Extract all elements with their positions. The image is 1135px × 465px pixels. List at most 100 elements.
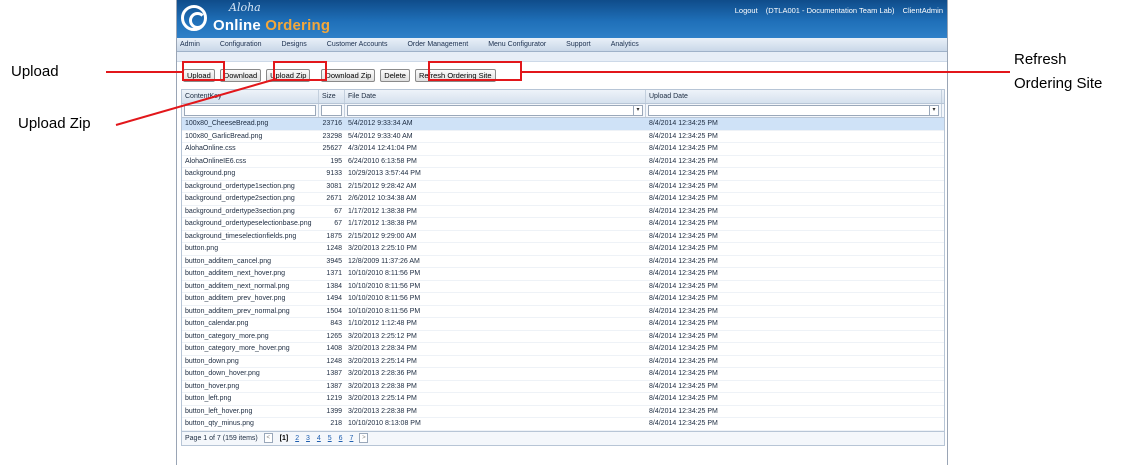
column-header-content-key[interactable]: ContentKey <box>182 90 319 103</box>
content-key-cell: AlohaOnlineIE6.css <box>185 157 247 165</box>
file-date-cell: 10/10/2010 8:13:08 PM <box>348 420 421 427</box>
file-date-cell: 1/17/2012 1:38:38 PM <box>348 220 417 227</box>
size-cell: 1494 <box>326 295 342 302</box>
table-row[interactable]: button_additem_next_normal.png 1384 10/10/… <box>182 281 944 293</box>
table-row[interactable]: button_left_hover.png 1399 3/20/2013 2:28:… <box>182 406 944 418</box>
menu-item-order-management[interactable]: Order Management <box>405 41 470 48</box>
table-row[interactable]: 100x80_GarlicBread.png 23298 5/4/2012 9:33… <box>182 131 944 143</box>
file-date-cell: 3/20/2013 2:25:12 PM <box>348 332 417 340</box>
file-date-cell: 1/17/2012 1:38:38 PM <box>348 207 417 215</box>
content-key-cell: button.png <box>185 245 219 252</box>
size-cell: 1248 <box>326 245 342 252</box>
table-row[interactable]: button_additem_next_hover.png 1371 10/10/2… <box>182 268 944 281</box>
site-info-link[interactable]: (DTLA001 - Documentation Team Lab) <box>766 6 895 15</box>
content-key-cell: button_category_more.png <box>185 332 269 340</box>
callout-upload: Upload <box>11 63 59 80</box>
menu-item-designs[interactable]: Designs <box>279 41 308 48</box>
table-row[interactable]: background_ordertype2section.png 2671 2/6/… <box>182 193 944 206</box>
upload-date-cell: 8/4/2014 12:34:25 PM <box>649 220 718 227</box>
size-cell: 218 <box>330 420 342 427</box>
table-row[interactable]: button_qty_minus.png 218 10/10/2010 8:13:0… <box>182 418 944 431</box>
download-zip-button[interactable]: Download Zip <box>321 69 376 82</box>
file-date-cell: 10/10/2010 8:11:56 PM <box>348 282 421 290</box>
toolbar: Upload Download Upload Zip Download Zip … <box>177 67 947 84</box>
table-row[interactable]: background_ordertypeselectionbase.png 67 1… <box>182 218 944 231</box>
page-link-7[interactable]: 7 <box>349 435 353 442</box>
upload-date-cell: 8/4/2014 12:34:25 PM <box>649 257 718 265</box>
upload-date-cell: 8/4/2014 12:34:25 PM <box>649 332 718 340</box>
table-row[interactable]: button_calendar.png 843 1/10/2012 1:12:48 … <box>182 318 944 331</box>
brand-title-a: Online <box>213 17 266 34</box>
size-cell: 1265 <box>326 332 342 340</box>
table-row[interactable]: background.png 9133 10/29/2013 3:57:44 PM 8… <box>182 168 944 181</box>
upload-date-cell: 8/4/2014 12:34:25 PM <box>649 295 718 302</box>
menu-item-customer-accounts[interactable]: Customer Accounts <box>325 41 390 48</box>
menu-item-menu-configurator[interactable]: Menu Configurator <box>486 41 548 48</box>
column-header-upload-date[interactable]: Upload Date <box>646 90 942 103</box>
upload-date-cell: 8/4/2014 12:34:25 PM <box>649 420 718 427</box>
content-key-cell: background_ordertype1section.png <box>185 182 295 190</box>
column-header-file-date[interactable]: File Date <box>345 90 646 103</box>
menu-item-analytics[interactable]: Analytics <box>609 41 641 48</box>
table-row[interactable]: button_additem_prev_normal.png 1504 10/10/… <box>182 306 944 318</box>
content-key-filter-input[interactable] <box>184 105 316 116</box>
page-link-6[interactable]: 6 <box>339 435 343 442</box>
next-page-icon[interactable]: > <box>359 432 369 443</box>
table-row[interactable]: button_left.png 1219 3/20/2013 2:25:14 PM 8… <box>182 393 944 406</box>
client-admin-link[interactable]: ClientAdmin <box>903 6 943 15</box>
page-link-4[interactable]: 4 <box>317 435 321 442</box>
size-cell: 1248 <box>326 357 342 365</box>
upload-date-cell: 8/4/2014 12:34:25 PM <box>649 357 718 365</box>
table-row[interactable]: button_down_hover.png 1387 3/20/2013 2:28:… <box>182 368 944 381</box>
chevron-down-icon[interactable]: ▾ <box>929 106 938 115</box>
current-page: [1] <box>279 434 289 442</box>
upload-button[interactable]: Upload <box>183 69 215 82</box>
content-key-cell: button_calendar.png <box>185 320 249 327</box>
table-row[interactable]: background_ordertype3section.png 67 1/17/2… <box>182 206 944 218</box>
content-key-cell: button_additem_next_normal.png <box>185 282 290 290</box>
page-link-2[interactable]: 2 <box>295 435 299 442</box>
upload-zip-button[interactable]: Upload Zip <box>266 69 311 82</box>
file-date-cell: 5/4/2012 9:33:40 AM <box>348 132 413 140</box>
file-date-cell: 5/4/2012 9:33:34 AM <box>348 120 413 127</box>
upload-date-filter-input[interactable]: ▾ <box>648 105 939 116</box>
file-date-filter-input[interactable]: ▾ <box>347 105 643 116</box>
refresh-ordering-site-button[interactable]: Refresh Ordering Site <box>414 69 496 82</box>
size-filter-input[interactable] <box>321 105 342 116</box>
table-row[interactable]: AlohaOnline.css 25627 4/3/2014 12:41:04 PM… <box>182 143 944 156</box>
upload-date-cell: 8/4/2014 12:34:25 PM <box>649 170 718 177</box>
menu-item-support[interactable]: Support <box>564 41 593 48</box>
page-link-5[interactable]: 5 <box>328 435 332 442</box>
table-row[interactable]: button_additem_cancel.png 3945 12/8/2009 1… <box>182 256 944 268</box>
table-row[interactable]: 100x80_CheeseBread.png 23716 5/4/2012 9:33… <box>182 118 944 131</box>
table-row[interactable]: background_timeselectionfields.png 1875 2/… <box>182 231 944 243</box>
file-date-cell: 10/10/2010 8:11:56 PM <box>348 270 421 277</box>
logout-link[interactable]: Logout <box>735 6 758 15</box>
size-cell: 2671 <box>326 195 342 202</box>
table-row[interactable]: button_hover.png 1387 3/20/2013 2:28:38 PM… <box>182 381 944 393</box>
column-header-size[interactable]: Size <box>319 90 345 103</box>
content-key-cell: background_timeselectionfields.png <box>185 232 297 240</box>
menu-item-admin[interactable]: Admin <box>178 41 202 48</box>
size-cell: 1387 <box>326 370 342 377</box>
table-row[interactable]: background_ordertype1section.png 3081 2/15… <box>182 181 944 193</box>
table-row[interactable]: button_category_more_hover.png 1408 3/20/2… <box>182 343 944 356</box>
chevron-down-icon[interactable]: ▾ <box>633 106 642 115</box>
prev-page-icon[interactable]: < <box>263 432 273 443</box>
upload-date-cell: 8/4/2014 12:34:25 PM <box>649 245 718 252</box>
file-date-cell: 4/3/2014 12:41:04 PM <box>348 145 417 152</box>
file-date-cell: 2/15/2012 9:29:00 AM <box>348 232 417 240</box>
content-key-cell: button_down.png <box>185 357 239 365</box>
file-date-cell: 3/20/2013 2:28:34 PM <box>348 345 417 352</box>
page-link-3[interactable]: 3 <box>306 435 310 442</box>
table-row[interactable]: button.png 1248 3/20/2013 2:25:10 PM 8/4/20… <box>182 243 944 256</box>
callout-upload-zip: Upload Zip <box>18 115 91 132</box>
table-row[interactable]: AlohaOnlineIE6.css 195 6/24/2010 6:13:58 P… <box>182 156 944 168</box>
menu-item-configuration[interactable]: Configuration <box>218 41 264 48</box>
table-row[interactable]: button_down.png 1248 3/20/2013 2:25:14 PM 8… <box>182 356 944 368</box>
delete-button[interactable]: Delete <box>380 69 410 82</box>
download-button[interactable]: Download <box>219 69 262 82</box>
table-row[interactable]: button_category_more.png 1265 3/20/2013 2:… <box>182 331 944 343</box>
sub-menu-strip <box>177 52 947 62</box>
table-row[interactable]: button_additem_prev_hover.png 1494 10/10/2… <box>182 293 944 306</box>
